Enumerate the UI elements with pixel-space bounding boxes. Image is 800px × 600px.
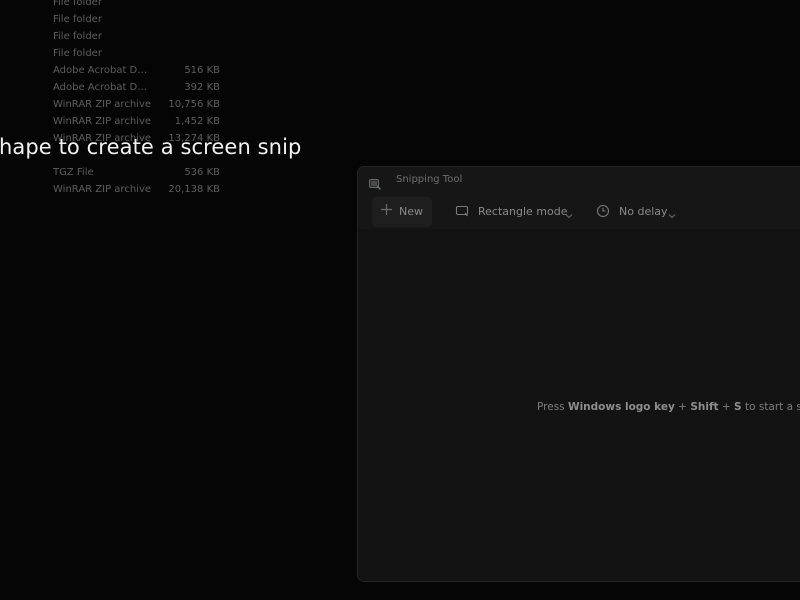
- file-row[interactable]: File folder: [53, 11, 223, 28]
- title-bar[interactable]: Snipping Tool: [358, 167, 800, 195]
- delay-label: No delay: [619, 205, 668, 218]
- empty-state-hint: Press Windows logo key + Shift + S to st…: [537, 401, 800, 413]
- delay-dropdown[interactable]: No delay: [596, 197, 686, 227]
- file-type: Adobe Acrobat Docu...: [53, 82, 153, 93]
- file-type: WinRAR ZIP archive: [53, 99, 152, 110]
- file-type: Adobe Acrobat Docu...: [53, 65, 153, 76]
- explorer-file-list: File folder File folder File folder File…: [53, 0, 223, 198]
- clock-icon: [596, 204, 610, 218]
- hint-sep: +: [674, 401, 691, 413]
- snip-mode-dropdown[interactable]: Rectangle mode: [455, 197, 580, 227]
- file-size: 10,756 KB: [168, 99, 220, 110]
- snip-overlay-hint: hape to create a screen snip: [0, 135, 302, 159]
- file-row[interactable]: Adobe Acrobat Docu... 392 KB: [53, 79, 223, 96]
- plus-icon: [380, 203, 393, 216]
- hint-prefix: Press: [537, 401, 568, 413]
- file-type: File folder: [53, 31, 102, 42]
- file-size: 536 KB: [184, 167, 220, 178]
- snipping-tool-window: Snipping Tool New Rectangle mode No dela…: [357, 166, 800, 582]
- new-snip-button[interactable]: New: [372, 197, 432, 227]
- file-type: WinRAR ZIP archive: [53, 184, 152, 195]
- file-type: WinRAR ZIP archive: [53, 116, 152, 127]
- window-title: Snipping Tool: [396, 174, 463, 185]
- screen: File folder File folder File folder File…: [0, 0, 800, 600]
- hint-suffix: to start a snip.: [744, 401, 800, 413]
- file-row[interactable]: WinRAR ZIP archive 10,756 KB: [53, 96, 223, 113]
- file-row[interactable]: Adobe Acrobat Docu... 516 KB: [53, 62, 223, 79]
- chevron-down-icon: [565, 209, 573, 219]
- file-type: TGZ File: [53, 167, 94, 178]
- file-row[interactable]: WinRAR ZIP archive 1,452 KB: [53, 113, 223, 130]
- chevron-down-icon: [668, 209, 676, 219]
- file-row[interactable]: TGZ File 536 KB: [53, 164, 223, 181]
- hint-sep: +: [718, 401, 735, 413]
- file-size: 392 KB: [184, 82, 220, 93]
- new-label: New: [399, 205, 423, 218]
- hint-key-s: S: [734, 401, 742, 413]
- snipping-tool-icon: [369, 175, 382, 191]
- file-row[interactable]: File folder: [53, 28, 223, 45]
- hint-key-windows: Windows logo key: [567, 401, 675, 413]
- file-row[interactable]: File folder: [53, 0, 223, 11]
- file-size: 1,452 KB: [174, 116, 220, 127]
- file-type: File folder: [53, 48, 102, 59]
- file-row[interactable]: WinRAR ZIP archive 20,138 KB: [53, 181, 223, 198]
- toolbar: New Rectangle mode No delay: [358, 195, 800, 229]
- file-size: 20,138 KB: [168, 184, 220, 195]
- rectangle-mode-icon: [455, 204, 469, 218]
- snip-mode-label: Rectangle mode: [478, 205, 568, 218]
- file-type: File folder: [53, 14, 102, 25]
- snip-content-area: Press Windows logo key + Shift + S to st…: [358, 229, 800, 581]
- file-size: 516 KB: [184, 65, 220, 76]
- file-row[interactable]: File folder: [53, 45, 223, 62]
- file-type: File folder: [53, 0, 102, 8]
- hint-key-shift: Shift: [690, 401, 719, 413]
